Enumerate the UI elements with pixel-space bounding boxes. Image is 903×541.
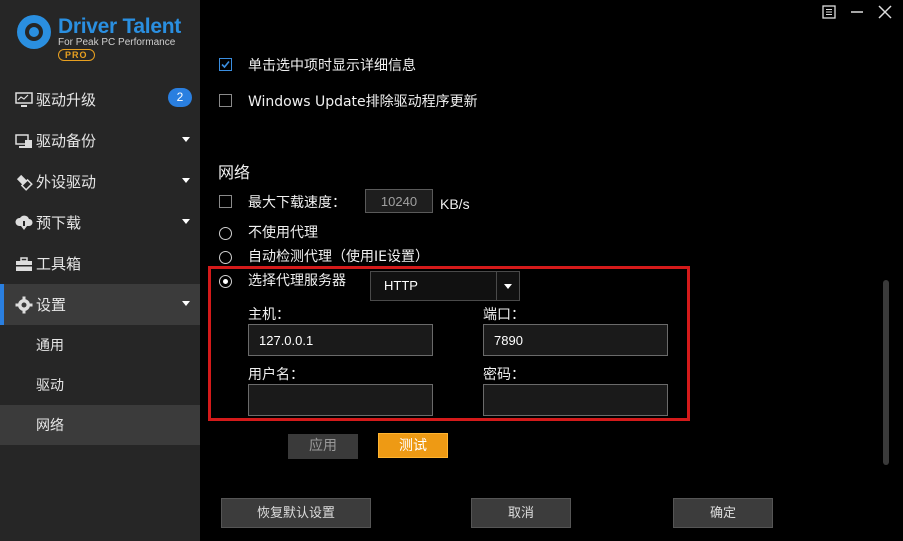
menu-icon[interactable] — [821, 4, 837, 20]
update-count-badge: 2 — [168, 88, 192, 107]
max-speed-input[interactable]: 10240 — [365, 189, 433, 213]
app-tagline: For Peak PC Performance — [58, 37, 176, 48]
chevron-down-icon — [182, 137, 190, 142]
minimize-icon[interactable] — [849, 4, 865, 20]
show-details-checkbox[interactable] — [219, 58, 232, 71]
auto-proxy-label: 自动检测代理（使用IE设置） — [248, 249, 429, 265]
sidebar-item-label: 预下载 — [36, 214, 82, 232]
cancel-button[interactable]: 取消 — [471, 498, 571, 528]
highlight-box — [208, 266, 690, 421]
chevron-down-icon — [182, 219, 190, 224]
sidebar-item-label: 外设驱动 — [36, 173, 97, 191]
sidebar-item-driver-backup[interactable]: 驱动备份 — [0, 120, 200, 161]
sidebar-item-toolbox[interactable]: 工具箱 — [0, 243, 200, 284]
sidebar-item-label: 设置 — [36, 296, 67, 314]
chevron-down-icon — [182, 301, 190, 306]
window-controls — [821, 4, 893, 20]
cloud-download-icon — [14, 213, 34, 233]
sidebar-subitem-network[interactable]: 网络 — [0, 405, 200, 445]
speed-unit-label: KB/s — [440, 196, 470, 212]
no-proxy-radio[interactable] — [219, 227, 232, 240]
sidebar-item-settings[interactable]: 设置 — [0, 284, 200, 325]
sidebar-subitem-general[interactable]: 通用 — [0, 325, 200, 365]
scrollbar[interactable] — [883, 280, 889, 465]
chevron-down-icon — [182, 178, 190, 183]
app-logo: Driver Talent For Peak PC Performance PR… — [14, 12, 194, 64]
sidebar-item-peripheral-drivers[interactable]: 外设驱动 — [0, 161, 200, 202]
sidebar-item-label: 驱动备份 — [36, 132, 97, 150]
sidebar-item-driver-update[interactable]: 驱动升级 2 — [0, 79, 200, 120]
max-speed-checkbox[interactable] — [219, 195, 232, 208]
test-button[interactable]: 测试 — [378, 433, 448, 458]
no-proxy-label: 不使用代理 — [248, 225, 318, 241]
exclude-windows-update-checkbox[interactable] — [219, 94, 232, 107]
app-name: Driver Talent — [58, 15, 181, 38]
restore-defaults-button[interactable]: 恢复默认设置 — [221, 498, 371, 528]
gear-icon — [14, 295, 34, 315]
usb-icon — [14, 172, 34, 192]
sidebar-item-label: 工具箱 — [36, 255, 82, 273]
sidebar-subitem-driver[interactable]: 驱动 — [0, 365, 200, 405]
max-speed-label: 最大下载速度： — [248, 195, 346, 211]
apply-button[interactable]: 应用 — [288, 434, 358, 459]
network-section-title: 网络 — [218, 163, 251, 182]
sidebar-item-predownload[interactable]: 预下载 — [0, 202, 200, 243]
backup-icon — [14, 131, 34, 151]
show-details-label: 单击选中项时显示详细信息 — [248, 58, 416, 74]
checkmark-icon — [221, 60, 230, 69]
exclude-windows-update-label: Windows Update排除驱动程序更新 — [248, 94, 478, 110]
sidebar-item-label: 驱动升级 — [36, 91, 97, 109]
logo-gear-icon — [17, 15, 51, 49]
close-icon[interactable] — [877, 4, 893, 20]
sidebar: Driver Talent For Peak PC Performance PR… — [0, 0, 200, 541]
edition-badge: PRO — [58, 49, 95, 61]
auto-proxy-radio[interactable] — [219, 251, 232, 264]
toolbox-icon — [14, 254, 34, 274]
monitor-icon — [14, 90, 34, 110]
ok-button[interactable]: 确定 — [673, 498, 773, 528]
